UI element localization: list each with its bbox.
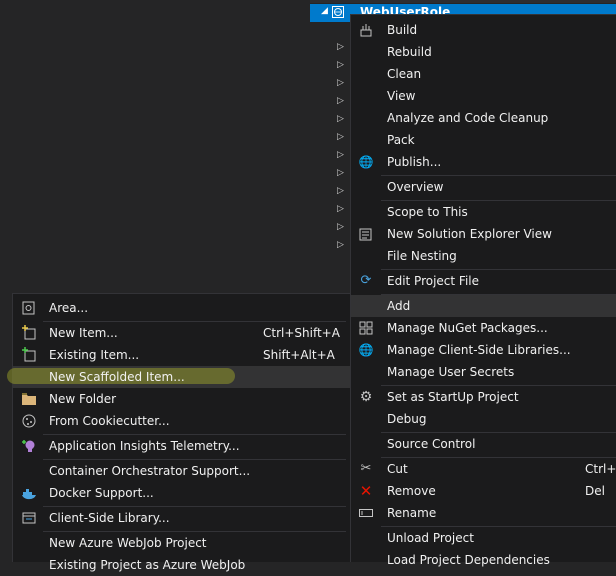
area-icon <box>21 300 37 316</box>
menu-item-cut[interactable]: ✂ Cut Ctrl+X <box>351 458 616 480</box>
new-view-icon <box>358 226 374 242</box>
refresh-arrow-icon: ⟳ <box>360 273 372 288</box>
menu-item-publish[interactable]: 🌐 Publish... <box>351 151 616 173</box>
new-item-icon <box>21 325 37 341</box>
menu-item-set-startup-project[interactable]: ⚙ Set as StartUp Project <box>351 386 616 408</box>
menu-item-rebuild[interactable]: Rebuild <box>351 41 616 63</box>
submenu-item-area[interactable]: Area... <box>13 297 350 319</box>
tree-expand-arrow-icon[interactable]: ▷ <box>337 96 344 106</box>
submenu-item-application-insights[interactable]: Application Insights Telemetry... <box>13 435 350 457</box>
nuget-icon <box>358 320 374 336</box>
insights-bulb-icon <box>21 438 37 454</box>
submenu-item-new-folder[interactable]: New Folder <box>13 388 350 410</box>
gear-icon: ⚙ <box>359 389 373 405</box>
tree-expand-arrow-icon[interactable]: ▷ <box>337 78 344 88</box>
existing-item-icon <box>21 347 37 363</box>
project-context-menu: Build Rebuild Clean View Analyze and Cod… <box>350 14 616 567</box>
globe-icon: 🌐 <box>358 343 374 357</box>
menu-item-rename[interactable]: Rename <box>351 502 616 524</box>
menu-item-pack[interactable]: Pack <box>351 129 616 151</box>
submenu-item-new-item[interactable]: New Item... Ctrl+Shift+A <box>13 322 350 344</box>
menu-item-manage-user-secrets[interactable]: Manage User Secrets <box>351 361 616 383</box>
rename-icon <box>358 505 374 521</box>
menu-item-manage-nuget[interactable]: Manage NuGet Packages... <box>351 317 616 339</box>
menu-item-view[interactable]: View <box>351 85 616 107</box>
menu-item-new-solution-explorer-view[interactable]: New Solution Explorer View <box>351 223 616 245</box>
tree-expand-arrow-icon[interactable]: ▷ <box>337 114 344 124</box>
menu-item-clean[interactable]: Clean <box>351 63 616 85</box>
menu-item-add[interactable]: Add <box>351 295 616 317</box>
submenu-item-existing-item[interactable]: Existing Item... Shift+Alt+A <box>13 344 350 366</box>
tree-expand-arrow-icon[interactable]: ▷ <box>337 132 344 142</box>
menu-item-load-project-dependencies[interactable]: Load Project Dependencies <box>351 549 616 571</box>
tree-expand-arrow-icon[interactable]: ▷ <box>337 60 344 70</box>
tree-expand-arrow-icon[interactable]: ▷ <box>337 150 344 160</box>
remove-x-icon: ✕ <box>359 482 373 500</box>
tree-expand-arrow-icon[interactable]: ▷ <box>337 204 344 214</box>
tree-expand-arrow-icon[interactable]: ▷ <box>337 222 344 232</box>
menu-item-unload-project[interactable]: Unload Project <box>351 527 616 549</box>
folder-icon <box>21 391 37 407</box>
library-icon <box>21 510 37 526</box>
menu-item-scope-to-this[interactable]: Scope to This <box>351 201 616 223</box>
cookie-icon <box>21 413 37 429</box>
scissors-icon: ✂ <box>360 461 372 476</box>
expanded-arrow-icon[interactable]: ◢ <box>321 6 328 16</box>
submenu-item-container-orchestrator-support[interactable]: Container Orchestrator Support... <box>13 460 350 482</box>
submenu-item-client-side-library[interactable]: Client-Side Library... <box>13 507 350 529</box>
submenu-item-new-scaffolded-item[interactable]: New Scaffolded Item... <box>7 366 350 388</box>
menu-item-debug[interactable]: Debug <box>351 408 616 430</box>
menu-item-overview[interactable]: Overview <box>351 176 616 198</box>
menu-item-remove[interactable]: ✕ Remove Del <box>351 480 616 502</box>
web-project-icon <box>332 6 344 18</box>
tree-expand-arrow-icon[interactable]: ▷ <box>337 42 344 52</box>
submenu-item-docker-support[interactable]: Docker Support... <box>13 482 350 504</box>
menu-item-source-control[interactable]: Source Control <box>351 433 616 455</box>
tree-expand-arrow-icon[interactable]: ▷ <box>337 168 344 178</box>
docker-icon <box>21 485 37 501</box>
submenu-item-new-azure-webjob-project[interactable]: New Azure WebJob Project <box>13 532 350 554</box>
tree-row-partial <box>310 0 616 3</box>
menu-item-build[interactable]: Build <box>351 19 616 41</box>
submenu-item-from-cookiecutter[interactable]: From Cookiecutter... <box>13 410 350 432</box>
tree-expand-arrow-icon[interactable]: ▷ <box>337 240 344 250</box>
tree-expand-arrow-icon[interactable]: ▷ <box>337 186 344 196</box>
menu-item-file-nesting[interactable]: File Nesting <box>351 245 616 267</box>
menu-item-manage-client-side-libraries[interactable]: 🌐 Manage Client-Side Libraries... <box>351 339 616 361</box>
menu-item-edit-project-file[interactable]: ⟳ Edit Project File <box>351 270 616 292</box>
menu-item-analyze-code-cleanup[interactable]: Analyze and Code Cleanup <box>351 107 616 129</box>
submenu-item-existing-project-azure-webjob[interactable]: Existing Project as Azure WebJob <box>13 554 350 576</box>
build-icon <box>358 22 374 38</box>
add-submenu: Area... New Item... Ctrl+Shift+A Existin… <box>7 293 351 572</box>
globe-icon: 🌐 <box>358 155 374 169</box>
